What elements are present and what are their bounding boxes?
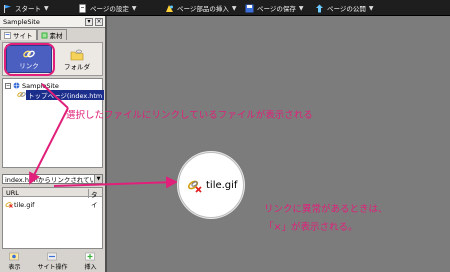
insert-part-icon [165,4,174,13]
tab-site[interactable]: サイト [0,29,37,40]
folder-view-button[interactable]: フォルダ [54,45,100,73]
chevron-down-icon: ▼ [231,4,237,12]
folder-view-label: フォルダ [64,63,90,71]
view-mode-buttons: リンク フォルダ [2,42,103,76]
magnified-file-label: tile.gif [206,180,238,191]
panel-title: SampleSite [3,17,40,26]
close-icon[interactable]: × [95,18,103,26]
page-link-icon [17,91,26,98]
publish-icon [315,4,324,13]
save-menu[interactable]: ページの保存 ▼ [245,2,304,14]
insert-part-menu[interactable]: ページ部品の挿入 ▼ [165,2,237,14]
material-icon [41,32,48,39]
list-item-label: tile.gif [14,200,35,209]
start-label: スタート [15,5,41,13]
panel-tabs: サイト 素材 [0,29,105,40]
site-panel: SampleSite ▾ × サイト 素材 リンク フォルダ − SampleS… [0,16,107,272]
site-icon [4,31,11,39]
start-menu[interactable]: スタート ▼ [3,2,49,14]
save-label: ページの保存 [257,5,296,13]
folder-icon [70,49,84,61]
tree-root-label: SampleSite [22,81,59,90]
list-item[interactable]: tile.gif [5,200,34,209]
callout-linked-files: 選択したファイルにリンクしているファイルが表示される [66,110,313,121]
column-divider[interactable] [88,189,89,198]
column-url[interactable]: URL [6,189,19,197]
panel-title-bar: SampleSite ▾ × [0,16,105,28]
tab-site-label: サイト [13,32,33,40]
chevron-down-icon: ▼ [44,4,49,12]
tab-material-label: 素材 [49,32,63,40]
publish-label: ページの公開 [327,5,366,13]
select-value: index.htmからリンクされているファ [5,176,102,184]
callout-error-line1: リンクに異常があるときは、 [264,204,388,215]
insert-icon [85,252,96,261]
panel-bottom-bar: 表示 サイト操作 挿入 [0,252,105,272]
linked-files-list: URL タイ tile.gif [2,187,103,249]
page-settings-label: ページの設定 [90,5,129,13]
callout-error-line2: 「×」が表示される。 [264,222,358,233]
list-header: URL タイ [3,188,102,209]
broken-link-icon [187,180,202,193]
insert-button[interactable]: 挿入 [84,252,97,271]
view-button[interactable]: 表示 [8,252,21,271]
tree-item-label: トップページ(index.htm [26,89,105,100]
column-type[interactable]: タイ [91,189,102,209]
chevron-down-icon: ▼ [131,4,137,12]
flag-icon [3,4,12,13]
page-settings-icon [78,3,87,13]
chevron-down-icon[interactable]: ▼ [94,175,102,183]
panel-menu-icon[interactable]: ▾ [85,18,93,26]
tab-material[interactable]: 素材 [36,29,67,40]
chevron-down-icon: ▼ [298,4,304,12]
tree-item-top-page[interactable]: トップページ(index.htm [17,89,105,100]
page-settings-menu[interactable]: ページの設定 ▼ [78,2,137,14]
save-icon [245,4,254,13]
site-root-icon [13,82,20,89]
highlight-ring [4,43,55,76]
top-toolbar: スタート ▼ ページの設定 ▼ ページ部品の挿入 ▼ ページの保存 ▼ ページの… [0,0,450,16]
collapse-icon[interactable]: − [5,82,11,89]
site-operation-icon [47,252,58,261]
site-operation-label: サイト操作 [37,264,68,271]
view-button-label: 表示 [8,264,21,271]
view-icon [9,252,20,261]
insert-part-label: ページ部品の挿入 [177,5,229,13]
editor-workspace [109,17,450,272]
publish-menu[interactable]: ページの公開 ▼ [315,2,374,14]
site-tree: − SampleSite トップページ(index.htm [2,78,105,168]
site-operation-button[interactable]: サイト操作 [37,252,68,271]
link-filter-select[interactable]: index.htmからリンクされているファ ▼ [2,174,103,184]
insert-label: 挿入 [84,264,97,271]
broken-link-icon [5,201,13,208]
zoom-magnifier: tile.gif [178,152,244,218]
chevron-down-icon: ▼ [368,4,374,12]
